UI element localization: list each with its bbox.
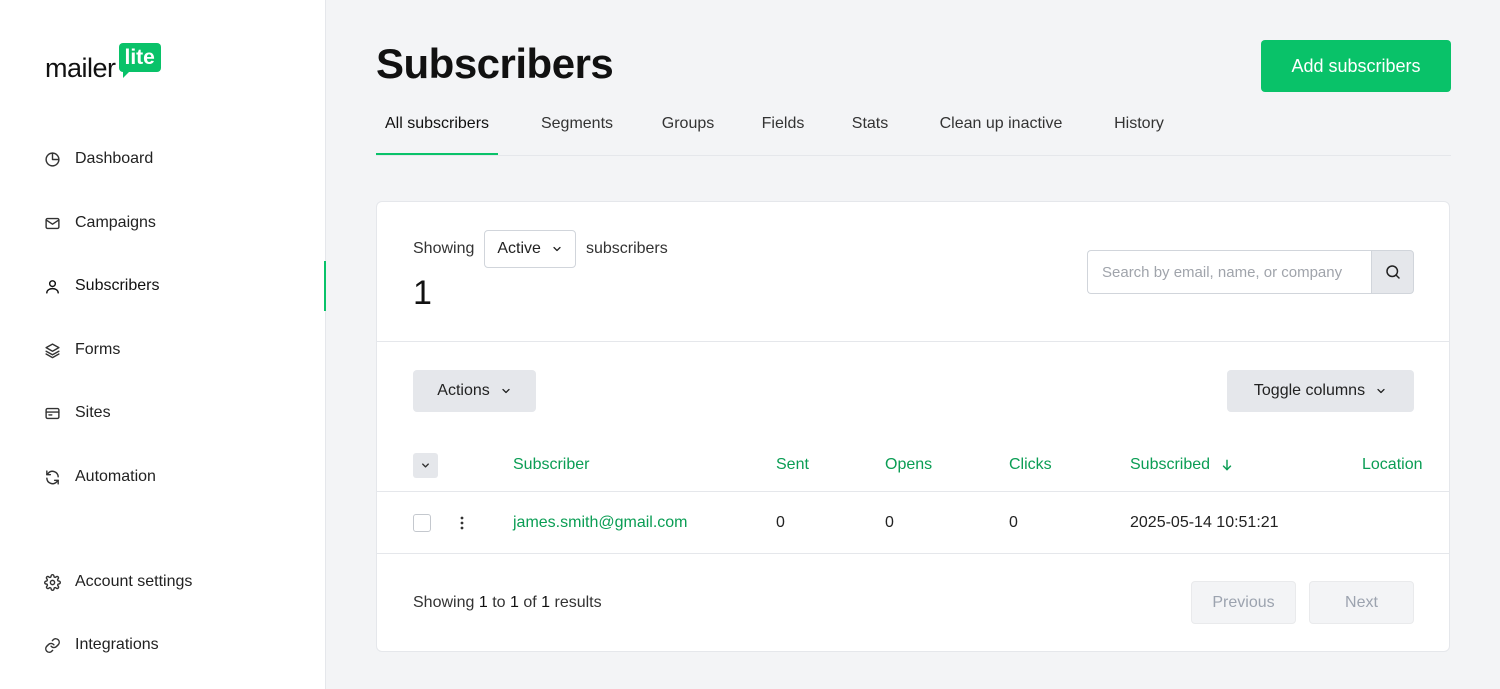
sidebar-item-label: Sites bbox=[75, 404, 111, 421]
column-header-sent[interactable]: Sent bbox=[776, 456, 809, 474]
mailerlite-logo[interactable]: mailer lite bbox=[45, 43, 161, 84]
sidebar-item-label: Account settings bbox=[75, 573, 193, 590]
sidebar-item-label: Dashboard bbox=[75, 150, 154, 167]
opens-cell: 0 bbox=[885, 514, 894, 531]
chevron-down-icon bbox=[553, 246, 561, 252]
divider bbox=[377, 341, 1449, 342]
tab-stats[interactable]: Stats bbox=[842, 104, 898, 155]
pagination-summary: Showing 1 to 1 of 1 results bbox=[413, 594, 602, 612]
layers-icon bbox=[45, 342, 60, 358]
column-header-label: Subscribed bbox=[1130, 456, 1211, 473]
tab-segments[interactable]: Segments bbox=[529, 104, 625, 155]
column-header-subscribed[interactable]: Subscribed bbox=[1130, 456, 1234, 474]
gear-icon bbox=[44, 573, 61, 591]
browser-icon bbox=[45, 407, 60, 419]
tab-history[interactable]: History bbox=[1103, 104, 1175, 155]
sidebar-item-forms[interactable]: Forms bbox=[44, 338, 120, 362]
actions-label: Actions bbox=[437, 382, 490, 399]
pagination-from: 1 bbox=[478, 594, 488, 611]
tab-all-subscribers[interactable]: All subscribers bbox=[376, 104, 498, 155]
previous-page-button[interactable]: Previous bbox=[1191, 581, 1296, 624]
subscriber-email-link[interactable]: james.smith@gmail.com bbox=[513, 514, 688, 532]
sidebar-item-account-settings[interactable]: Account settings bbox=[44, 570, 192, 594]
sent-cell: 0 bbox=[776, 514, 785, 531]
pagination-results-word: results bbox=[554, 594, 602, 611]
chevron-down-icon bbox=[502, 388, 510, 394]
subscriber-count: 1 bbox=[413, 274, 432, 312]
sidebar-item-campaigns[interactable]: Campaigns bbox=[44, 211, 156, 235]
status-select-value: Active bbox=[497, 240, 541, 257]
search-button[interactable] bbox=[1371, 250, 1414, 294]
sidebar-item-dashboard[interactable]: Dashboard bbox=[44, 147, 153, 171]
add-subscribers-button[interactable]: Add subscribers bbox=[1261, 40, 1451, 92]
kebab-menu-icon[interactable] bbox=[459, 515, 465, 531]
link-icon bbox=[45, 637, 60, 653]
select-all-dropdown[interactable] bbox=[413, 453, 438, 478]
pagination-total: 1 bbox=[541, 594, 551, 611]
mail-icon bbox=[45, 217, 60, 229]
search-input[interactable] bbox=[1087, 250, 1371, 294]
user-icon bbox=[46, 279, 59, 294]
tab-groups[interactable]: Groups bbox=[652, 104, 724, 155]
showing-label: Showing bbox=[413, 240, 475, 257]
actions-button[interactable]: Actions bbox=[413, 370, 536, 412]
search-icon bbox=[1385, 265, 1400, 279]
column-header-clicks[interactable]: Clicks bbox=[1009, 456, 1052, 474]
column-header-subscriber[interactable]: Subscriber bbox=[513, 456, 589, 474]
toggle-columns-label: Toggle columns bbox=[1253, 382, 1366, 399]
next-page-button[interactable]: Next bbox=[1309, 581, 1414, 624]
sidebar-item-label: Automation bbox=[75, 468, 156, 485]
sidebar-item-label: Forms bbox=[75, 341, 121, 358]
pagination-showing: Showing bbox=[413, 594, 475, 611]
sidebar: mailer lite Dashboard Campaigns Subscrib… bbox=[0, 0, 326, 689]
pagination-to: 1 bbox=[509, 594, 519, 611]
row-divider bbox=[377, 553, 1449, 554]
subscribers-card: Showing Active subscribers 1 Actions Tog… bbox=[376, 201, 1450, 652]
sidebar-item-label: Integrations bbox=[75, 636, 159, 653]
column-header-opens[interactable]: Opens bbox=[885, 456, 932, 474]
pagination-of-word: of bbox=[523, 594, 537, 611]
pagination-to-word: to bbox=[492, 594, 506, 611]
clicks-cell: 0 bbox=[1009, 514, 1018, 531]
active-indicator bbox=[324, 261, 326, 311]
logo-badge: lite bbox=[118, 43, 161, 78]
chevron-down-icon bbox=[422, 463, 429, 468]
row-divider bbox=[377, 491, 1449, 492]
search-box bbox=[1087, 250, 1414, 294]
column-header-location[interactable]: Location bbox=[1362, 456, 1423, 474]
sidebar-item-automation[interactable]: Automation bbox=[44, 465, 156, 489]
pie-chart-icon bbox=[45, 151, 60, 167]
sidebar-item-label: Subscribers bbox=[75, 277, 160, 294]
sidebar-item-subscribers[interactable]: Subscribers bbox=[44, 274, 159, 298]
sidebar-item-integrations[interactable]: Integrations bbox=[44, 633, 159, 657]
arrow-down-icon bbox=[1222, 459, 1232, 471]
subscribed-cell: 2025-05-14 10:51:21 bbox=[1130, 514, 1279, 531]
showing-suffix: subscribers bbox=[585, 240, 668, 257]
refresh-icon bbox=[46, 469, 59, 485]
tab-clean-up-inactive[interactable]: Clean up inactive bbox=[928, 104, 1074, 155]
tab-fields[interactable]: Fields bbox=[752, 104, 814, 155]
page-title: Subscribers bbox=[376, 40, 614, 87]
status-select[interactable]: Active bbox=[484, 230, 576, 268]
sidebar-item-sites[interactable]: Sites bbox=[44, 401, 111, 425]
row-checkbox[interactable] bbox=[413, 514, 431, 532]
toggle-columns-button[interactable]: Toggle columns bbox=[1227, 370, 1414, 412]
logo-text: mailer bbox=[45, 53, 116, 83]
subscriber-tabs: All subscribers Segments Groups Fields S… bbox=[376, 104, 1451, 156]
showing-filter: Showing Active subscribers bbox=[413, 230, 668, 268]
sidebar-item-label: Campaigns bbox=[75, 214, 156, 231]
chevron-down-icon bbox=[1377, 388, 1385, 394]
